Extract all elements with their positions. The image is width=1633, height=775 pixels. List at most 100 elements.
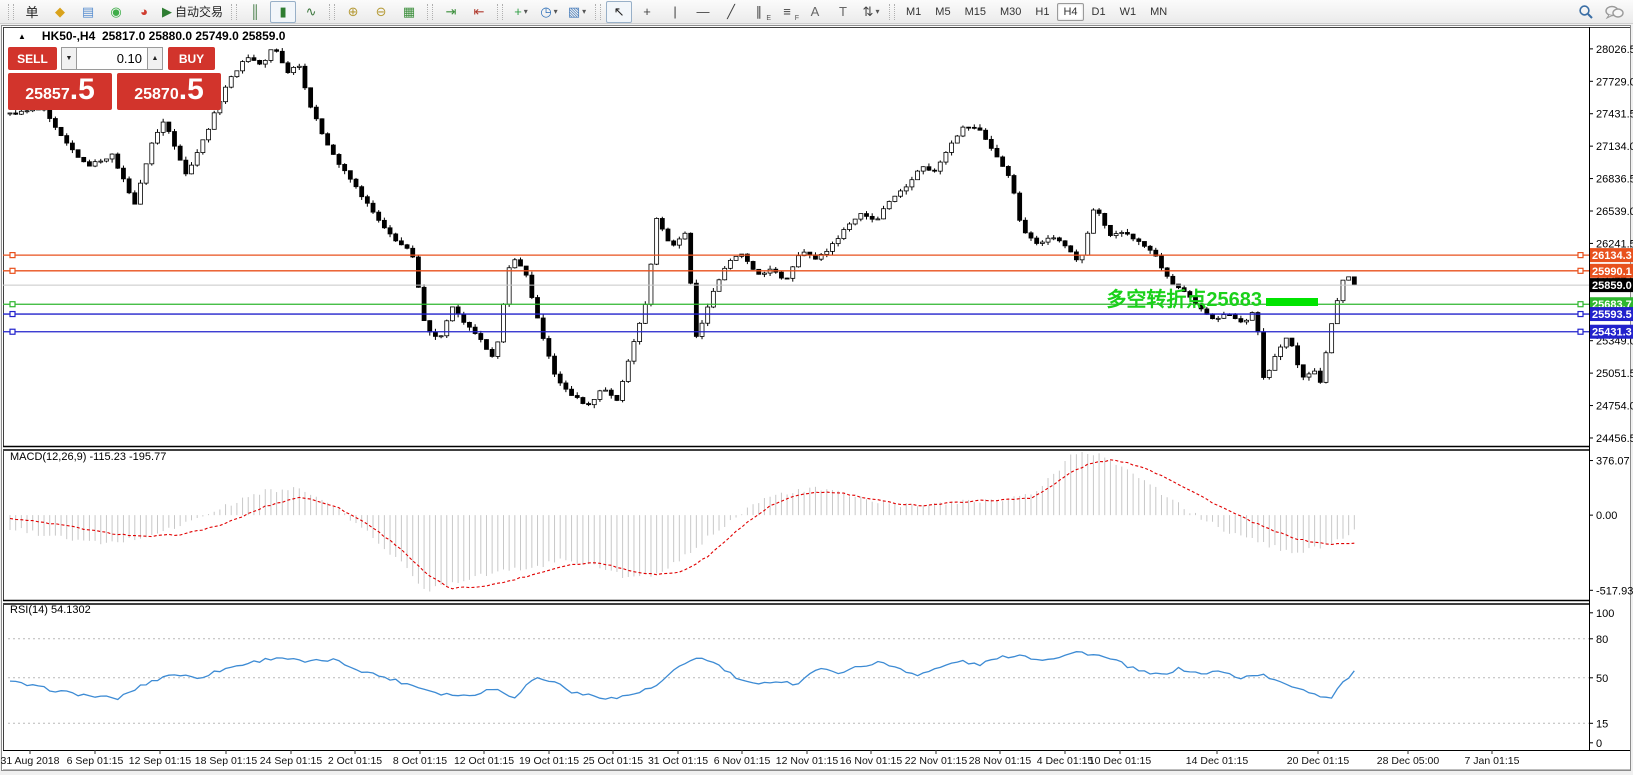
cursor-icon: ↖ <box>614 4 625 20</box>
template-icon-dropdown[interactable]: ▾ <box>582 7 586 16</box>
zoom-out-icon: ⊖ <box>376 4 387 20</box>
candlestick-chart-icon[interactable]: ▮ <box>270 1 296 23</box>
svg-text:-517.93: -517.93 <box>1596 585 1633 597</box>
timeframe-toolbar: M1M5M15M30H1H4D1W1MN <box>899 3 1174 21</box>
date-axis: 31 Aug 20186 Sep 01:1512 Sep 01:1518 Sep… <box>1 750 1520 767</box>
arrows-icon[interactable]: ⇅▾ <box>858 1 884 23</box>
tile-windows-icon[interactable]: ▦ <box>396 1 422 23</box>
chart-shift-icon: ⇤ <box>474 4 485 20</box>
template-icon[interactable]: ▧▾ <box>564 1 590 23</box>
fibonacci-icon: ≡ <box>783 4 791 19</box>
candlestick-chart-icon: ▮ <box>279 4 286 20</box>
zoom-out-icon[interactable]: ⊖ <box>368 1 394 23</box>
svg-text:0.00: 0.00 <box>1596 510 1617 522</box>
pane-splitter[interactable] <box>3 446 1589 605</box>
line-chart-icon[interactable]: ∿ <box>298 1 324 23</box>
volume-input[interactable] <box>77 47 147 70</box>
timeframe-button-mn[interactable]: MN <box>1144 3 1173 21</box>
fibonacci-icon[interactable]: ≡F <box>774 1 800 23</box>
rsi-levels <box>8 639 1589 724</box>
add-indicator-icon-dropdown[interactable]: ▾ <box>524 7 528 16</box>
svg-text:25859.0: 25859.0 <box>1592 280 1632 292</box>
period-clock-icon-dropdown[interactable]: ▾ <box>554 7 558 16</box>
vertical-line-icon[interactable]: | <box>662 1 688 23</box>
timeframe-button-m30[interactable]: M30 <box>994 3 1027 21</box>
new-order-button: 单 <box>25 2 38 21</box>
toolbar-gripper <box>595 4 601 20</box>
svg-text:80: 80 <box>1596 634 1608 646</box>
timeframe-button-m15[interactable]: M15 <box>959 3 992 21</box>
new-order-button[interactable]: 单 <box>19 1 45 23</box>
svg-text:24 Sep 01:15: 24 Sep 01:15 <box>260 755 323 767</box>
chat-icon[interactable] <box>1604 4 1624 20</box>
timeframe-button-m1[interactable]: M1 <box>900 3 927 21</box>
svg-text:28 Dec 05:00: 28 Dec 05:00 <box>1377 755 1440 767</box>
crosshair-icon[interactable]: + <box>634 1 660 23</box>
auto-scroll-icon[interactable]: ⇥ <box>438 1 464 23</box>
svg-text:7 Jan 01:15: 7 Jan 01:15 <box>1465 755 1520 767</box>
svg-text:26134.3: 26134.3 <box>1592 250 1632 262</box>
horizontal-line-icon: — <box>697 4 710 19</box>
zoom-in-icon[interactable]: ⊕ <box>340 1 366 23</box>
channel-icon[interactable]: ∥E <box>746 1 772 23</box>
auto-trading-button: ▶ <box>162 4 172 20</box>
template-icon: ▧ <box>568 4 580 20</box>
sell-button[interactable]: SELL <box>8 47 57 70</box>
auto-scroll-icon: ⇥ <box>446 4 457 20</box>
annotation-turning-point: 多空转折点25683 <box>1106 287 1318 311</box>
svg-text:50: 50 <box>1596 673 1608 685</box>
volume-down-button[interactable]: ▼ <box>61 47 77 70</box>
chart-shift-icon[interactable]: ⇤ <box>466 1 492 23</box>
svg-text:24754.0: 24754.0 <box>1596 401 1633 413</box>
svg-text:12 Sep 01:15: 12 Sep 01:15 <box>129 755 192 767</box>
trade-panel-row: SELL ▼ ▲ BUY <box>8 47 224 70</box>
rsi-line <box>10 652 1354 700</box>
volume-up-button[interactable]: ▲ <box>147 47 163 70</box>
signal-icon: ◉ <box>110 4 121 20</box>
svg-text:27729.0: 27729.0 <box>1596 76 1633 88</box>
period-clock-icon[interactable]: ◷▾ <box>536 1 562 23</box>
trendline-icon: ╱ <box>727 4 735 20</box>
svg-text:10 Dec 01:15: 10 Dec 01:15 <box>1089 755 1152 767</box>
toolbar-gripper <box>329 4 335 20</box>
timeframe-button-h1[interactable]: H1 <box>1029 3 1055 21</box>
svg-text:8 Oct 01:15: 8 Oct 01:15 <box>393 755 447 767</box>
buy-price-fraction: .5 <box>179 73 204 107</box>
rsi-indicator-label: RSI(14) 54.1302 <box>10 604 91 616</box>
horizontal-line-icon[interactable]: — <box>690 1 716 23</box>
signal-icon[interactable]: ◉ <box>103 1 129 23</box>
vertical-line-icon: | <box>673 4 676 19</box>
timeframe-button-d1[interactable]: D1 <box>1086 3 1112 21</box>
text-icon[interactable]: A <box>802 1 828 23</box>
svg-text:2 Oct 01:15: 2 Oct 01:15 <box>328 755 382 767</box>
macd-axis: 376.070.00-517.93 <box>1589 456 1633 598</box>
auto-trading-button[interactable]: ▶自动交易 <box>159 1 226 23</box>
arrows-icon-dropdown[interactable]: ▾ <box>875 7 879 16</box>
price-axis: 28026.527729.027431.527134.026836.526539… <box>1589 44 1633 445</box>
svg-text:26539.0: 26539.0 <box>1596 206 1633 218</box>
trendline-icon[interactable]: ╱ <box>718 1 744 23</box>
macd-signal-line <box>10 460 1354 589</box>
price-chart-canvas[interactable]: 28026.527729.027431.527134.026836.526539… <box>0 0 1633 775</box>
cursor-icon[interactable]: ↖ <box>606 1 632 23</box>
bar-chart-icon[interactable]: ║ <box>242 1 268 23</box>
svg-text:28026.5: 28026.5 <box>1596 44 1633 56</box>
svg-text:25990.1: 25990.1 <box>1592 266 1632 278</box>
svg-text:22 Nov 01:15: 22 Nov 01:15 <box>905 755 968 767</box>
sell-price-display[interactable]: 25857.5 <box>8 73 112 110</box>
bar-chart-icon: ║ <box>250 4 259 19</box>
buy-button[interactable]: BUY <box>168 47 215 70</box>
timeframe-button-m5[interactable]: M5 <box>929 3 956 21</box>
timeframe-button-h4[interactable]: H4 <box>1057 3 1083 21</box>
gold-ingot-icon[interactable]: ◆ <box>47 1 73 23</box>
label-icon[interactable]: T <box>830 1 856 23</box>
add-indicator-icon[interactable]: +▾ <box>508 1 534 23</box>
svg-text:25431.3: 25431.3 <box>1592 327 1632 339</box>
horizontal-lines[interactable] <box>3 253 1589 335</box>
chart-window-icon[interactable]: ▤ <box>75 1 101 23</box>
record-icon[interactable]: ◕ <box>131 1 157 23</box>
buy-price-display[interactable]: 25870.5 <box>117 73 221 110</box>
collapse-arrow-icon[interactable]: ▲ <box>18 32 26 41</box>
search-icon[interactable] <box>1578 4 1594 20</box>
timeframe-button-w1[interactable]: W1 <box>1114 3 1143 21</box>
